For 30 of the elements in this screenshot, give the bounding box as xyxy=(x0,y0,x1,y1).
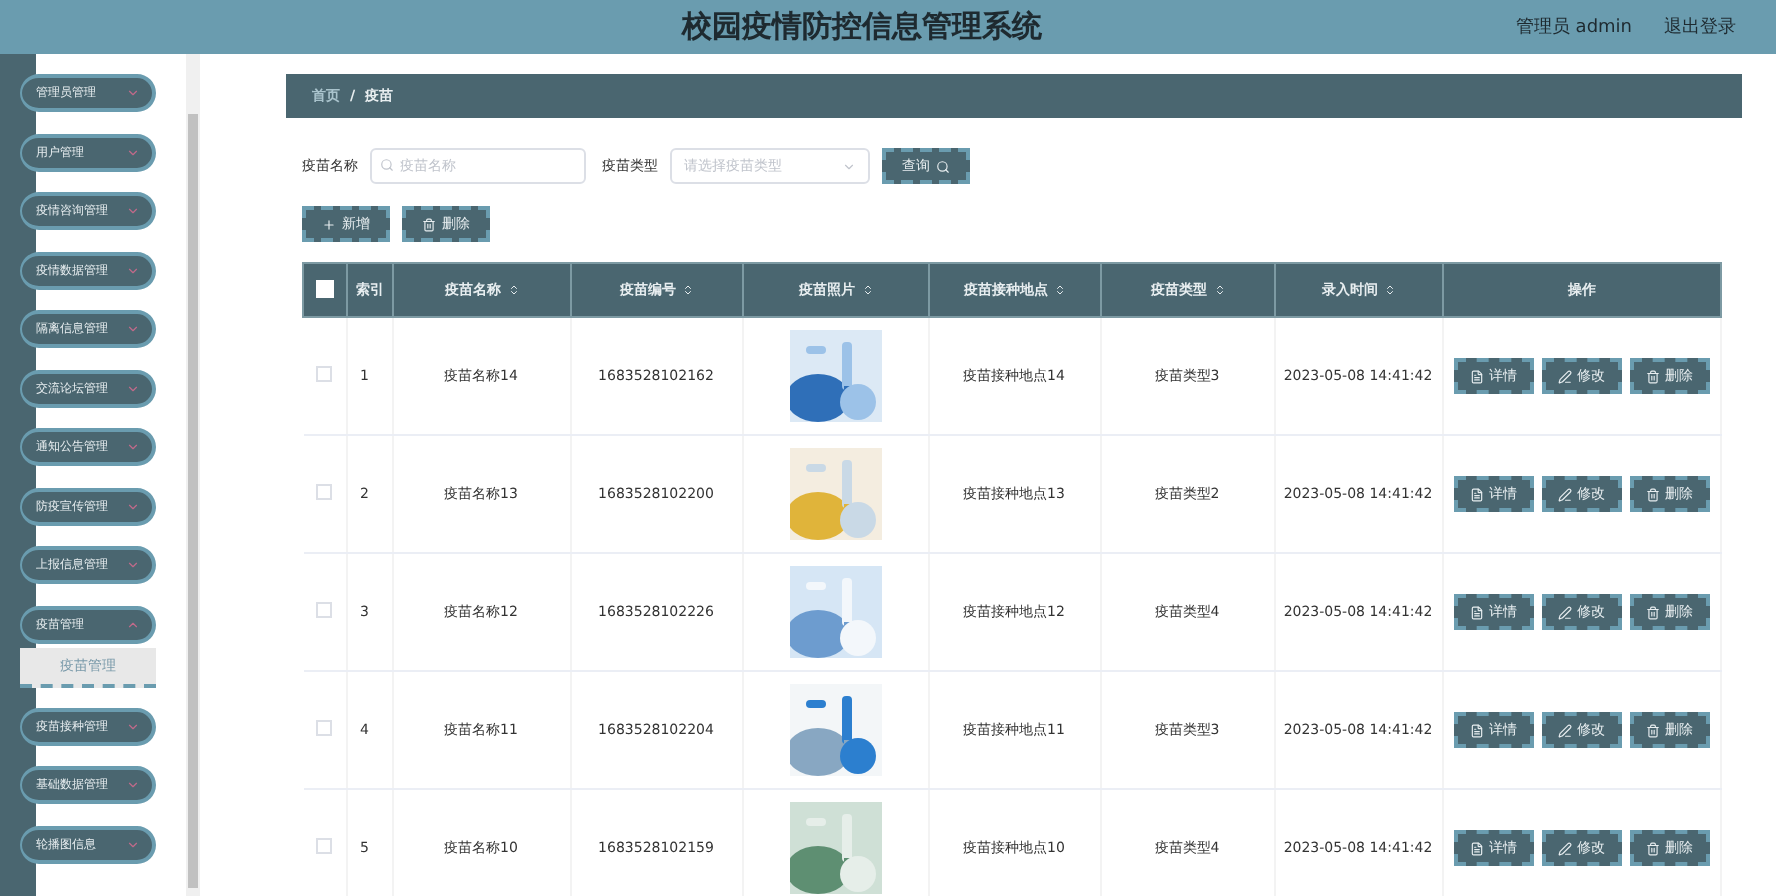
checkbox[interactable] xyxy=(315,720,332,736)
search-icon xyxy=(380,158,394,172)
trash-icon xyxy=(1645,487,1659,501)
logout-link[interactable]: 退出登录 xyxy=(1664,14,1736,40)
trash-icon xyxy=(1645,369,1659,383)
chevron-icon xyxy=(842,159,856,173)
app-title: 校园疫情防控信息管理系统 xyxy=(679,8,1044,46)
document-icon xyxy=(1469,605,1483,619)
pen-icon xyxy=(1557,487,1571,501)
checkbox[interactable] xyxy=(315,838,332,854)
trash-icon xyxy=(422,217,436,231)
checkbox[interactable] xyxy=(315,484,332,500)
plus-icon xyxy=(322,217,336,231)
checkbox[interactable] xyxy=(315,602,332,618)
pen-icon xyxy=(1557,369,1571,383)
trash-icon xyxy=(1645,723,1659,737)
trash-icon xyxy=(1645,841,1659,855)
checkbox[interactable] xyxy=(315,366,332,382)
scrollbar[interactable] xyxy=(186,54,200,896)
document-icon xyxy=(1469,723,1483,737)
checkbox[interactable] xyxy=(316,279,334,297)
search-icon xyxy=(936,159,950,173)
document-icon xyxy=(1469,841,1483,855)
pen-icon xyxy=(1557,605,1571,619)
trash-icon xyxy=(1645,605,1659,619)
pen-icon xyxy=(1557,723,1571,737)
document-icon xyxy=(1469,369,1483,383)
user-label: 管理员 admin xyxy=(1515,15,1632,40)
pen-icon xyxy=(1557,841,1571,855)
document-icon xyxy=(1469,487,1483,501)
